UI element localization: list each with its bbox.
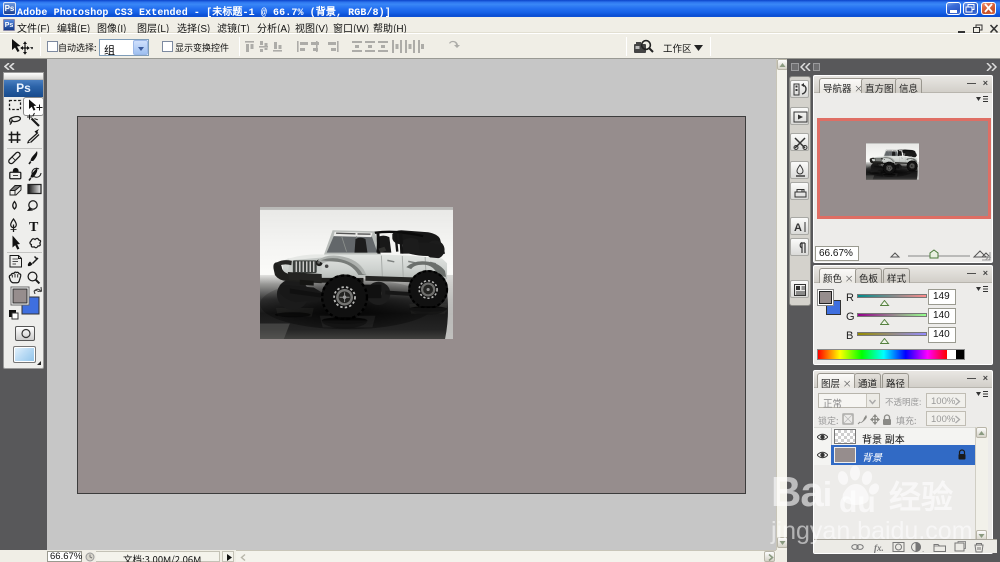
svg-text:.: . [922, 545, 924, 554]
svg-text:A: A [794, 222, 802, 234]
svg-text:T: T [29, 220, 39, 235]
svg-text:fx.: fx. [874, 543, 884, 553]
